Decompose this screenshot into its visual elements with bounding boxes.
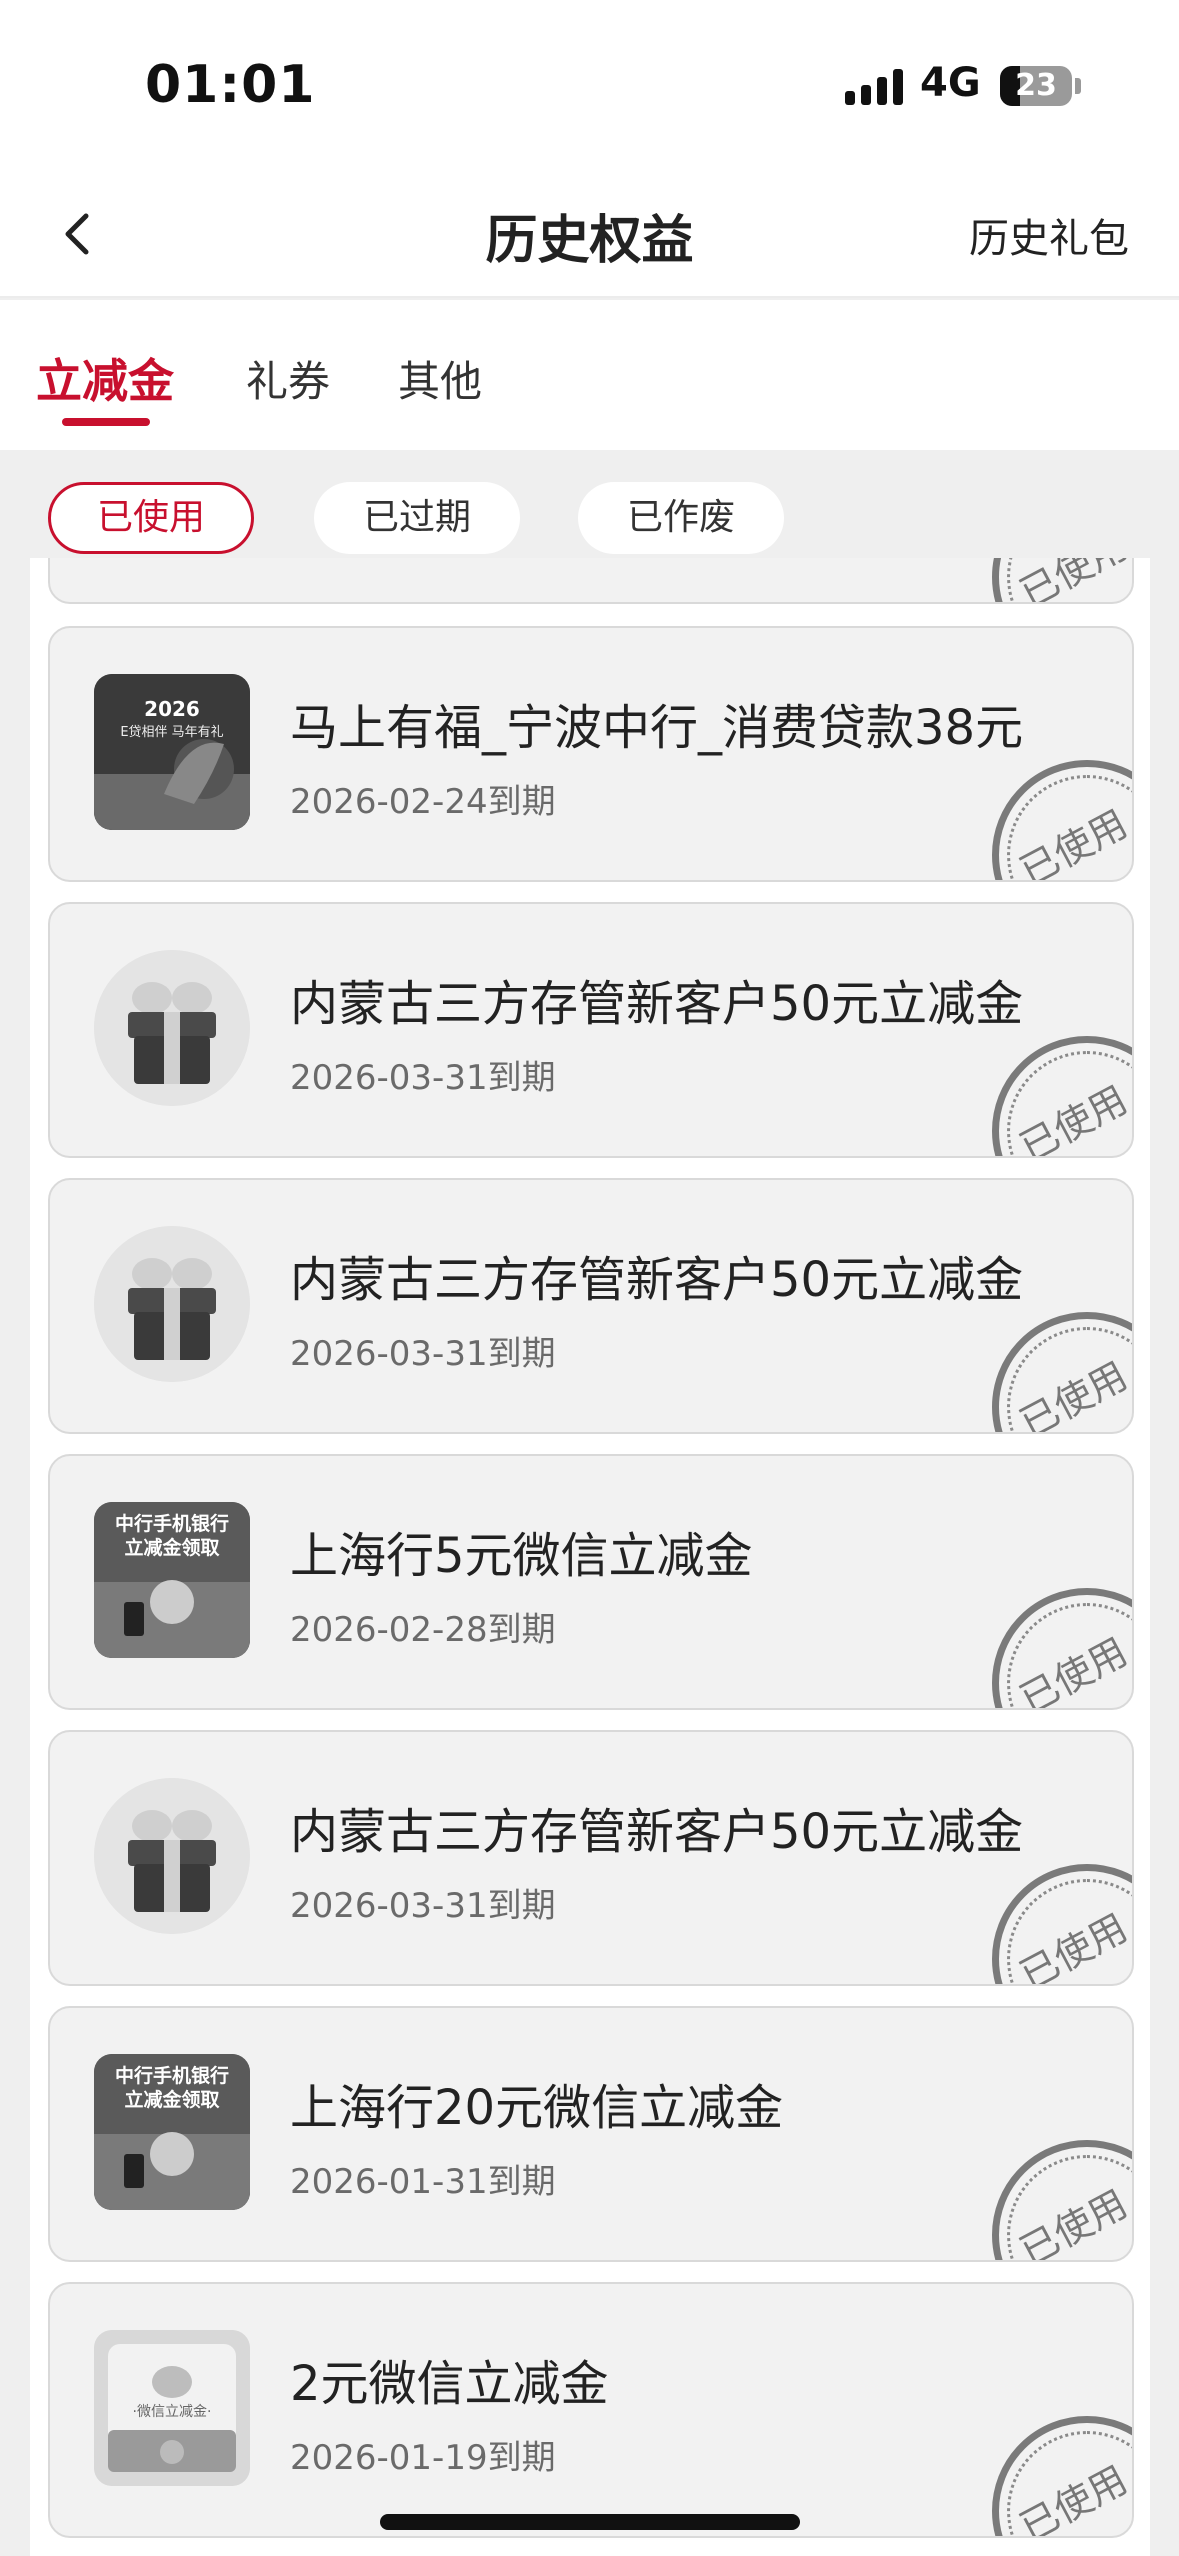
thumb-year: 2026	[144, 697, 200, 721]
benefit-card-partial[interactable]: 已使用	[48, 558, 1134, 604]
benefit-card[interactable]: 内蒙古三方存管新客户50元立减金 2026-03-31到期 已使用	[48, 1730, 1134, 1986]
tab-instant-discount[interactable]: 立减金	[36, 345, 174, 411]
battery-level: 23	[1015, 68, 1057, 103]
gift-box-icon	[94, 1226, 250, 1382]
thumb-slogan: E贷相伴 马年有礼	[120, 724, 223, 740]
benefit-title: 马上有福_宁波中行_消费贷款38元	[290, 700, 1024, 756]
thumb-subline: 立减金领取	[124, 2088, 219, 2111]
used-stamp: 已使用	[992, 1588, 1132, 1708]
used-stamp: 已使用	[992, 2416, 1132, 2536]
thumb-headline: 中行手机银行	[115, 2064, 229, 2087]
active-tab-indicator	[62, 418, 150, 426]
benefit-card[interactable]: 中行手机银行 立减金领取 上海行20元微信立减金 2026-01-31到期 已使…	[48, 2006, 1134, 2262]
benefit-card[interactable]: 2026 E贷相伴 马年有礼 马上有福_宁波中行_消费贷款38元 2026-02…	[48, 626, 1134, 882]
tab-other[interactable]: 其他	[398, 348, 482, 409]
benefit-title: 上海行5元微信立减金	[290, 1528, 753, 1584]
wechat-voucher-icon: ·微信立减金·	[94, 2330, 250, 2486]
benefit-expiry: 2026-01-31到期	[290, 2162, 556, 2202]
bank-poster-thumbnail: 2026 E贷相伴 马年有礼	[94, 674, 250, 830]
battery-cap	[1075, 78, 1081, 94]
benefit-expiry: 2026-03-31到期	[290, 1886, 556, 1926]
filter-expired[interactable]: 已过期	[314, 482, 520, 554]
benefit-title: 内蒙古三方存管新客户50元立减金	[290, 1804, 1024, 1860]
used-stamp: 已使用	[992, 1036, 1132, 1156]
thumb-headline: 中行手机银行	[115, 1512, 229, 1535]
benefit-expiry: 2026-01-19到期	[290, 2438, 556, 2478]
benefit-expiry: 2026-02-28到期	[290, 1610, 556, 1650]
navigation-bar: 历史权益 历史礼包	[0, 170, 1179, 298]
history-benefits-page: 01:01 4G 23 历史权益 历史礼包 立减金 礼券 其他 已使用 已过期 …	[0, 0, 1179, 2556]
benefit-title: 2元微信立减金	[290, 2356, 609, 2412]
home-indicator[interactable]	[380, 2514, 800, 2530]
benefit-card[interactable]: 中行手机银行 立减金领取 上海行5元微信立减金 2026-02-28到期 已使用	[48, 1454, 1134, 1710]
thumb-subline: 立减金领取	[124, 1536, 219, 1559]
benefit-card[interactable]: 内蒙古三方存管新客户50元立减金 2026-03-31到期 已使用	[48, 1178, 1134, 1434]
thumb-label: ·微信立减金·	[133, 2404, 212, 2420]
benefit-expiry: 2026-03-31到期	[290, 1334, 556, 1374]
gift-box-icon	[94, 950, 250, 1106]
benefit-card[interactable]: 内蒙古三方存管新客户50元立减金 2026-03-31到期 已使用	[48, 902, 1134, 1158]
benefit-expiry: 2026-02-24到期	[290, 782, 556, 822]
tab-coupons[interactable]: 礼券	[246, 348, 330, 409]
filter-used[interactable]: 已使用	[48, 482, 254, 554]
status-filters: 已使用 已过期 已作废	[0, 450, 1179, 560]
benefit-title: 内蒙古三方存管新客户50元立减金	[290, 1252, 1024, 1308]
benefit-expiry: 2026-03-31到期	[290, 1058, 556, 1098]
filter-voided[interactable]: 已作废	[578, 482, 784, 554]
used-stamp: 已使用	[992, 558, 1132, 602]
benefit-list[interactable]: 已使用 2026 E贷相伴 马年有礼 马上有福_宁波中行_消费贷款38元 202…	[30, 558, 1150, 2556]
used-stamp: 已使用	[992, 1864, 1132, 1984]
category-tabs: 立减金 礼券 其他	[0, 300, 1179, 450]
mobile-bank-promo-thumbnail: 中行手机银行 立减金领取	[94, 2054, 250, 2210]
gift-box-icon	[94, 1778, 250, 1934]
used-stamp: 已使用	[992, 1312, 1132, 1432]
status-time: 01:01	[145, 55, 316, 115]
used-stamp: 已使用	[992, 2140, 1132, 2260]
status-bar: 01:01 4G 23	[0, 0, 1179, 170]
history-gift-pack-link[interactable]: 历史礼包	[969, 206, 1129, 264]
benefit-title: 内蒙古三方存管新客户50元立减金	[290, 976, 1024, 1032]
network-type: 4G	[920, 60, 981, 106]
battery-icon: 23	[1000, 66, 1072, 106]
benefit-card[interactable]: ·微信立减金· 2元微信立减金 2026-01-19到期 已使用	[48, 2282, 1134, 2538]
benefit-title: 上海行20元微信立减金	[290, 2080, 784, 2136]
used-stamp: 已使用	[992, 760, 1132, 880]
mobile-bank-promo-thumbnail: 中行手机银行 立减金领取	[94, 1502, 250, 1658]
cellular-signal-icon	[845, 65, 903, 105]
